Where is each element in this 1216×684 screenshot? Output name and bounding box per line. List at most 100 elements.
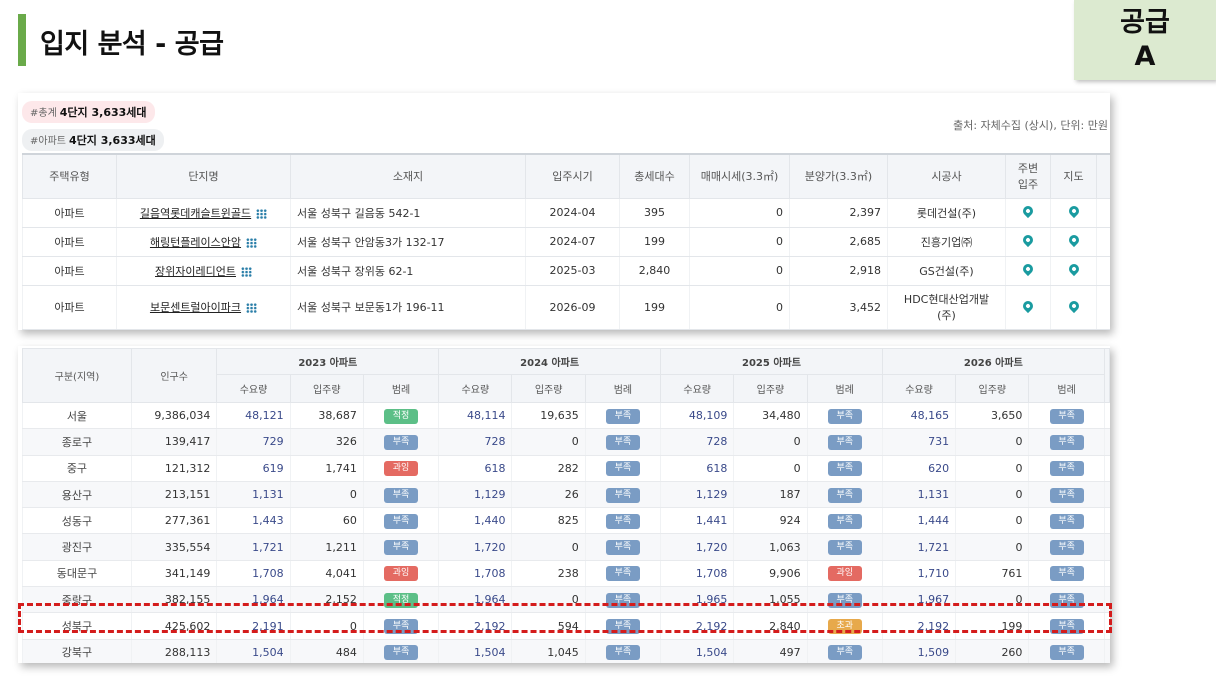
legend-cell: 부족 (584, 481, 661, 509)
nearby-move-in-cell[interactable] (1005, 285, 1051, 330)
region-name: 중랑구 (22, 586, 132, 614)
row-spacer (1103, 428, 1110, 456)
complex-name[interactable]: 장위자이레디언트 (155, 265, 236, 278)
complex-market-price: 0 (689, 285, 790, 330)
complex-builder: 진흥기업㈜ (887, 227, 1006, 257)
move-in-supply: 282 (511, 455, 586, 482)
complex-col-header: 주택유형 (22, 153, 117, 199)
demand: 1,964 (438, 586, 512, 614)
demand: 731 (881, 428, 956, 456)
complex-name-link[interactable]: 장위자이레디언트 (116, 256, 291, 286)
map-pin-icon[interactable] (1066, 232, 1081, 248)
supply-row: 성북구 425,602 2,191 0 부족 2,192 594 부족 2,192 2,840 초과… (22, 612, 1110, 640)
demand: 729 (216, 428, 291, 456)
legend-badge: 부족 (1049, 461, 1084, 477)
legend-badge: 부족 (827, 513, 862, 529)
complex-market-price: 0 (689, 227, 790, 257)
complex-sale-price: 3,452 (789, 285, 888, 330)
badge-line1: 공급 (1120, 7, 1170, 38)
legend-cell: 부족 (362, 481, 439, 509)
complex-name[interactable]: 해링턴플레이스안암 (150, 236, 241, 249)
complex-name-link[interactable]: 해링턴플레이스안암 (116, 227, 291, 257)
map-pin-icon[interactable] (1066, 298, 1081, 313)
demand: 2,192 (438, 612, 512, 640)
legend-badge: 부족 (827, 592, 862, 608)
legend-cell: 부족 (584, 402, 661, 430)
map-cell[interactable] (1050, 256, 1097, 286)
move-in-supply: 594 (511, 612, 586, 640)
legend-cell: 부족 (1028, 507, 1105, 535)
legend-badge: 부족 (384, 434, 419, 450)
map-cell[interactable] (1050, 227, 1097, 257)
demand: 1,504 (438, 639, 512, 663)
legend-badge: 부족 (605, 540, 640, 556)
map-pin-icon[interactable] (1020, 203, 1036, 219)
complex-name-link[interactable]: 길음역롯데캐슬트윈골드 (116, 198, 291, 228)
map-cell[interactable] (1050, 198, 1097, 228)
map-pin-icon[interactable] (1066, 261, 1081, 277)
grid-icon[interactable] (256, 208, 268, 219)
grid-icon[interactable] (246, 237, 258, 248)
sub-header: 범례 (806, 374, 883, 403)
legend-badge: 과잉 (384, 461, 419, 477)
legend-badge: 부족 (827, 434, 862, 450)
map-pin-icon[interactable] (1066, 203, 1081, 219)
source-note: 출처: 자체수집 (상시), 단위: 만원 (953, 119, 1108, 132)
legend-cell: 부족 (1028, 481, 1105, 509)
map-pin-icon[interactable] (1020, 261, 1036, 277)
legend-badge: 부족 (827, 461, 862, 477)
complex-move-in: 2025-03 (525, 256, 620, 286)
demand: 48,121 (216, 402, 291, 430)
move-in-supply: 0 (511, 533, 586, 561)
nearby-move-in-cell[interactable] (1005, 198, 1051, 228)
legend-badge: 과잉 (827, 566, 862, 582)
region-name: 광진구 (22, 533, 132, 561)
demand: 728 (438, 428, 512, 456)
demand: 1,965 (660, 586, 734, 614)
population: 425,602 (130, 612, 217, 640)
legend-cell: 부족 (806, 507, 883, 535)
move-in-supply: 34,480 (733, 402, 808, 430)
legend-badge: 부족 (1049, 408, 1084, 424)
complex-name-link[interactable]: 보문센트럴아이파크 (116, 285, 291, 330)
legend-cell: 부족 (1028, 428, 1105, 456)
legend-cell: 부족 (362, 507, 439, 535)
complex-name[interactable]: 보문센트럴아이파크 (150, 301, 241, 314)
supply-row: 동대문구 341,149 1,708 4,041 과잉 1,708 238 부족 1,708 9,… (22, 560, 1110, 588)
supply-table: 구분(지역) 인구수 2023 아파트 2024 아파트 2025 아파트 2026 아파… (22, 348, 1110, 663)
sub-header: 입주량 (733, 374, 808, 403)
legend-badge: 과잉 (384, 566, 419, 582)
complex-builder: GS건설(주) (887, 256, 1006, 286)
population: 341,149 (130, 560, 217, 588)
complex-col-header: 매매시세(3.3㎡) (689, 153, 790, 199)
legend-badge: 적정 (384, 592, 419, 608)
complex-market-price: 0 (689, 256, 790, 286)
move-in-supply: 1,045 (511, 639, 586, 663)
legend-badge: 부족 (384, 619, 419, 635)
complex-market-price: 0 (689, 198, 790, 228)
demand: 1,509 (881, 639, 956, 663)
complex-col-header: 총세대수 (619, 153, 690, 199)
complex-type: 아파트 (22, 256, 117, 286)
sub-header: 수요량 (438, 374, 513, 403)
map-pin-icon[interactable] (1020, 232, 1036, 248)
demand: 1,129 (660, 481, 734, 509)
row-spacer (1096, 256, 1110, 286)
supply-row: 강북구 288,113 1,504 484 부족 1,504 1,045 부족 1,504 497… (22, 639, 1110, 663)
nearby-move-in-cell[interactable] (1005, 227, 1051, 257)
complex-col-header: 주변 입주 (1005, 153, 1051, 199)
grid-icon[interactable] (240, 266, 252, 277)
move-in-supply: 0 (511, 586, 586, 614)
move-in-supply: 484 (289, 639, 364, 663)
region-name: 중구 (22, 455, 132, 482)
map-pin-icon[interactable] (1020, 298, 1036, 313)
map-cell[interactable] (1050, 285, 1097, 330)
legend-badge: 부족 (827, 540, 862, 556)
move-in-supply: 1,211 (289, 533, 364, 561)
nearby-move-in-cell[interactable] (1005, 256, 1051, 286)
grid-icon[interactable] (246, 303, 258, 313)
complex-col-spacer (1096, 153, 1110, 199)
legend-cell: 부족 (584, 612, 661, 640)
region-name: 성동구 (22, 507, 132, 535)
complex-name[interactable]: 길음역롯데캐슬트윈골드 (140, 207, 251, 220)
